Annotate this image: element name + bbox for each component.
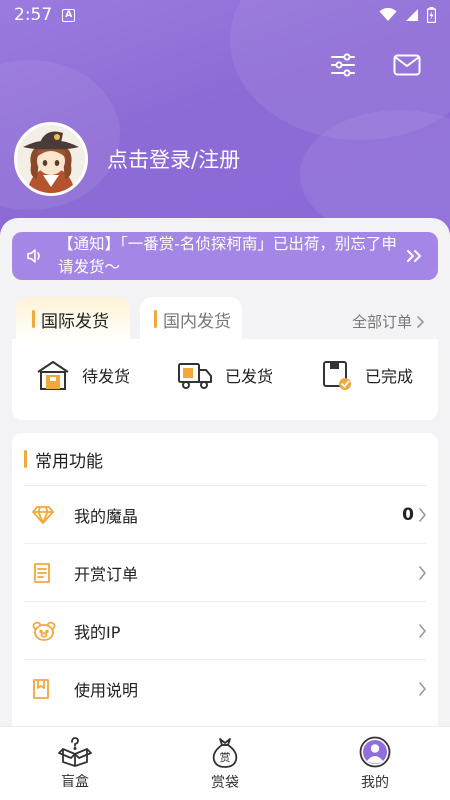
orders-card: 国际发货 国内发货 全部订单 待发货 已发货 已完成: [12, 293, 438, 420]
crystal-count: 0: [402, 504, 414, 525]
diamond-icon: [24, 505, 64, 525]
tab-marker: [154, 310, 157, 328]
notice-text: 【通知】「一番赏-名侦探柯南」已出荷，别忘了申请发货～: [58, 235, 397, 276]
menu-item-label: 我的魔晶: [74, 506, 139, 526]
mail-icon[interactable]: [392, 50, 422, 80]
menu-item-reward-orders[interactable]: 开赏订单: [24, 543, 426, 601]
tab-domestic-shipping[interactable]: 国内发货: [140, 297, 242, 341]
speaker-icon: [27, 249, 40, 263]
receipt-icon: [24, 562, 64, 584]
status-bar: 2:57 A: [0, 0, 450, 30]
section-title: 常用功能: [35, 451, 103, 472]
avatar[interactable]: [14, 122, 88, 196]
menu-item-instructions[interactable]: 使用说明: [24, 659, 426, 717]
section-marker: [24, 450, 27, 468]
book-icon: [24, 678, 64, 700]
chevron-right-icon: [419, 565, 426, 580]
tab-label: 赏袋: [211, 774, 239, 791]
tab-mystery-box[interactable]: 盲盒: [0, 727, 150, 800]
wifi-icon: [379, 8, 397, 21]
all-orders-link[interactable]: 全部订单: [352, 311, 424, 332]
delivery-truck-icon: [177, 363, 212, 389]
settings-sliders-icon[interactable]: [328, 50, 358, 80]
menu-item-label: 使用说明: [74, 680, 139, 700]
order-status-label: 已发货: [224, 367, 273, 386]
mystery-box-icon: [58, 736, 92, 767]
reward-bag-badge: 赏: [220, 751, 231, 764]
menu-item-magic-crystal[interactable]: 我的魔晶 0: [24, 485, 426, 543]
double-chevron-right-icon[interactable]: [402, 249, 426, 263]
tab-marker: [32, 310, 35, 328]
chevron-right-icon: [419, 507, 426, 522]
reward-bag-icon: 赏: [212, 737, 238, 768]
signal-icon: [406, 9, 418, 21]
tab-international-shipping[interactable]: 国际发货: [16, 297, 130, 341]
clock: 2:57: [14, 5, 53, 25]
order-status-pending[interactable]: 待发货: [12, 359, 154, 391]
login-register-link[interactable]: 点击登录/注册: [107, 144, 240, 174]
tab-label: 我的: [361, 774, 389, 791]
tab-label: 国际发货: [41, 311, 109, 332]
tab-label: 盲盒: [61, 773, 89, 790]
notice-banner[interactable]: 【通知】「一番赏-名侦探柯南」已出荷，别忘了申请发货～: [12, 232, 438, 280]
order-status-completed[interactable]: 已完成: [296, 359, 438, 391]
menu-item-my-ip[interactable]: 我的IP: [24, 601, 426, 659]
menu-item-label: 我的IP: [74, 622, 121, 642]
bear-icon: [24, 621, 64, 641]
common-functions-card: 常用功能 我的魔晶 0 开赏订单 我的IP 使用说明: [12, 433, 438, 733]
order-status-label: 待发货: [81, 367, 130, 386]
completed-box-icon: [322, 361, 351, 390]
chevron-right-icon: [419, 623, 426, 638]
section-header: 常用功能: [12, 433, 438, 485]
order-status-label: 已完成: [364, 367, 413, 386]
menu-item-label: 开赏订单: [74, 564, 139, 584]
warehouse-icon: [37, 361, 69, 390]
chevron-right-icon: [417, 315, 424, 328]
all-orders-label: 全部订单: [351, 313, 412, 331]
notification-a-icon: A: [62, 8, 76, 22]
tab-mine[interactable]: 我的: [300, 727, 450, 800]
order-status-shipped[interactable]: 已发货: [154, 359, 296, 391]
profile-icon: [359, 736, 391, 767]
bottom-tab-bar: 盲盒 赏 赏袋 我的: [0, 726, 450, 800]
tab-label: 国内发货: [163, 311, 231, 332]
tab-reward-bag[interactable]: 赏 赏袋: [150, 727, 300, 800]
header-background: [0, 0, 450, 240]
battery-icon: [427, 7, 436, 23]
chevron-right-icon: [419, 681, 426, 696]
shipping-tabs: 国际发货 国内发货 全部订单: [12, 293, 438, 341]
order-status-row: 待发货 已发货 已完成: [12, 359, 438, 391]
